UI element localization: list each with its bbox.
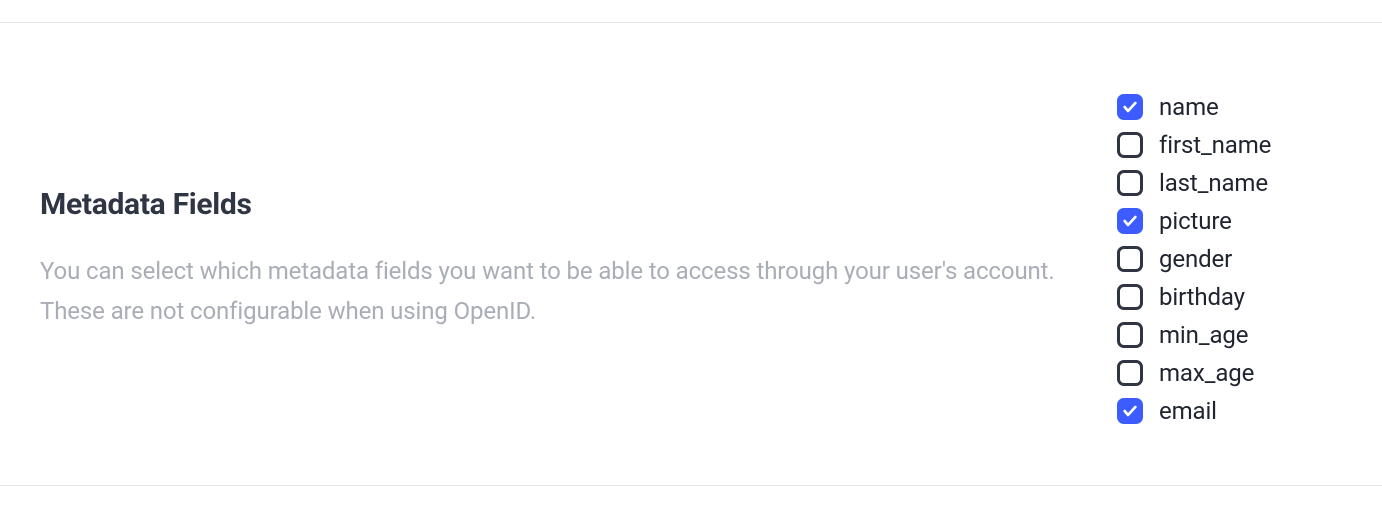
- field-row-gender: gender: [1117, 245, 1332, 273]
- checkbox-picture[interactable]: [1117, 208, 1143, 234]
- checkbox-min_age[interactable]: [1117, 322, 1143, 348]
- checkbox-first_name[interactable]: [1117, 132, 1143, 158]
- field-row-birthday: birthday: [1117, 283, 1332, 311]
- field-label: picture: [1159, 207, 1232, 235]
- section-info: Metadata Fields You can select which met…: [40, 187, 1077, 331]
- section-title: Metadata Fields: [40, 187, 1077, 222]
- field-row-max_age: max_age: [1117, 359, 1332, 387]
- field-row-min_age: min_age: [1117, 321, 1332, 349]
- field-row-name: name: [1117, 93, 1332, 121]
- checkbox-max_age[interactable]: [1117, 360, 1143, 386]
- fields-list: name first_name last_namepicture gender birt…: [1117, 93, 1342, 425]
- field-label: email: [1159, 397, 1217, 425]
- field-label: last_name: [1159, 169, 1268, 197]
- field-label: birthday: [1159, 283, 1245, 311]
- field-row-picture: picture: [1117, 207, 1332, 235]
- field-label: name: [1159, 93, 1219, 121]
- checkbox-gender[interactable]: [1117, 246, 1143, 272]
- metadata-fields-section: Metadata Fields You can select which met…: [0, 22, 1382, 486]
- checkbox-last_name[interactable]: [1117, 170, 1143, 196]
- checkbox-birthday[interactable]: [1117, 284, 1143, 310]
- checkbox-email[interactable]: [1117, 398, 1143, 424]
- checkbox-name[interactable]: [1117, 94, 1143, 120]
- field-label: gender: [1159, 245, 1232, 273]
- section-description: You can select which metadata fields you…: [40, 252, 1077, 331]
- field-label: first_name: [1159, 131, 1271, 159]
- field-row-first_name: first_name: [1117, 131, 1332, 159]
- field-label: max_age: [1159, 359, 1254, 387]
- field-label: min_age: [1159, 321, 1248, 349]
- field-row-last_name: last_name: [1117, 169, 1332, 197]
- field-row-email: email: [1117, 397, 1332, 425]
